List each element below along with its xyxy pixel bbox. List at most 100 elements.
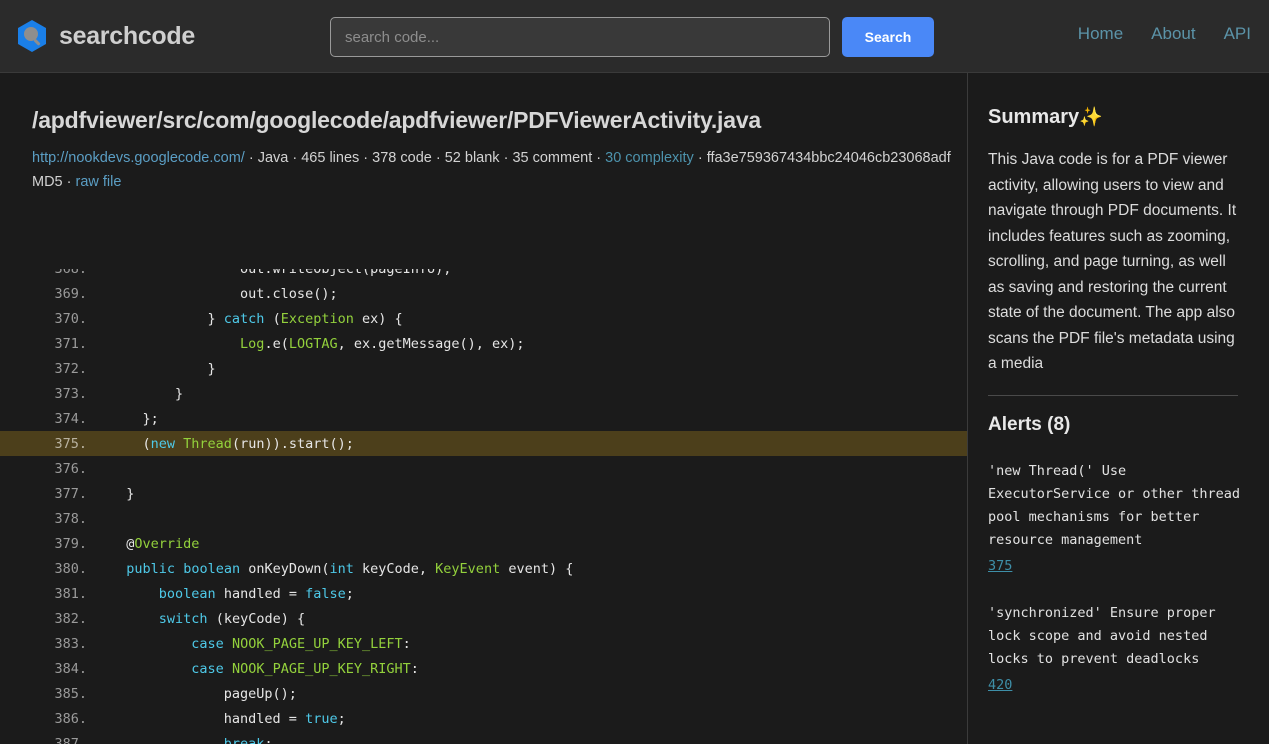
code-token: KeyEvent — [435, 560, 501, 577]
code-line: 385. pageUp(); — [0, 681, 967, 706]
code-token: LOGTAG — [288, 335, 338, 352]
code-token: @ — [110, 535, 135, 552]
line-number[interactable]: 369. — [0, 286, 95, 302]
search-input[interactable] — [330, 17, 830, 57]
line-number[interactable]: 379. — [0, 536, 95, 552]
line-number[interactable]: 373. — [0, 386, 95, 402]
code-source: } — [95, 361, 216, 377]
code-token: } — [110, 310, 224, 327]
line-number[interactable]: 383. — [0, 636, 95, 652]
code-token: catch — [223, 310, 265, 327]
code-line: 377. } — [0, 481, 967, 506]
code-token: : — [410, 660, 419, 677]
brand-home-link[interactable]: searchcode — [16, 19, 195, 53]
code-source: } — [95, 486, 134, 502]
code-token: Log — [240, 335, 265, 352]
code-token: boolean — [158, 585, 216, 602]
code-source: case NOOK_PAGE_UP_KEY_LEFT: — [95, 635, 411, 652]
sidebar-divider — [988, 394, 1238, 396]
nav-link-api[interactable]: API — [1224, 24, 1251, 44]
line-number[interactable]: 371. — [0, 336, 95, 352]
line-number[interactable]: 370. — [0, 311, 95, 327]
code-token: ex) { — [353, 310, 403, 327]
code-token: case — [191, 635, 224, 652]
nav-link-about[interactable]: About — [1151, 24, 1195, 44]
code-token: false — [305, 585, 346, 602]
code-token: pageUp(); — [110, 685, 297, 702]
nav-link-home[interactable]: Home — [1078, 24, 1123, 44]
line-number[interactable]: 380. — [0, 561, 95, 577]
line-number[interactable]: 384. — [0, 661, 95, 677]
code-listing[interactable]: 368. out.writeObject(pageInfo); 369. out.… — [0, 269, 967, 744]
line-number[interactable]: 368. — [0, 269, 95, 277]
meta-sep: · — [288, 150, 302, 166]
line-number[interactable]: 387. — [0, 736, 95, 744]
code-source: } — [95, 386, 183, 402]
line-number[interactable]: 375. — [0, 436, 95, 452]
line-number[interactable]: 385. — [0, 686, 95, 702]
summary-sidebar: Summary✨ This Java code is for a PDF vie… — [968, 73, 1268, 744]
meta-sep: · — [359, 150, 373, 166]
code-line: 381. boolean handled = false; — [0, 581, 967, 606]
code-token: (run)).start(); — [231, 435, 354, 452]
code-source: pageUp(); — [95, 686, 297, 702]
code-line: 378. — [0, 506, 967, 531]
complexity-link[interactable]: 30 complexity — [605, 150, 694, 166]
code-token: } — [110, 485, 135, 502]
meta-comment: 35 comment — [512, 150, 593, 166]
line-number[interactable]: 386. — [0, 711, 95, 727]
alert-text: 'new Thread(' Use ExecutorService or oth… — [988, 462, 1240, 548]
page-body: /apdfviewer/src/com/googlecode/apdfviewe… — [0, 73, 1269, 744]
line-number[interactable]: 376. — [0, 461, 95, 477]
code-source: }; — [95, 411, 159, 427]
alert-line-link[interactable]: 420 — [988, 674, 1240, 697]
code-token: ( — [110, 435, 151, 452]
line-number[interactable]: 374. — [0, 411, 95, 427]
meta-sep: · — [431, 150, 445, 166]
code-line: 369. out.close(); — [0, 281, 967, 306]
code-token: } — [110, 385, 184, 402]
code-source: case NOOK_PAGE_UP_KEY_RIGHT: — [95, 661, 419, 677]
code-token: true — [305, 710, 338, 727]
code-token: }; — [110, 410, 159, 427]
code-token: : — [402, 635, 411, 652]
raw-file-link[interactable]: raw file — [76, 174, 122, 190]
line-number[interactable]: 372. — [0, 361, 95, 377]
code-token: boolean — [183, 560, 241, 577]
code-token: } — [110, 360, 216, 377]
search-button[interactable]: Search — [842, 17, 934, 57]
alerts-list: 'new Thread(' Use ExecutorService or oth… — [988, 460, 1268, 697]
code-token: , ex.getMessage(), ex); — [337, 335, 525, 352]
line-number[interactable]: 382. — [0, 611, 95, 627]
main-navigation: Home About API — [1078, 24, 1251, 44]
code-token: event) { — [500, 560, 574, 577]
code-source: out.close(); — [95, 286, 338, 302]
code-token: .e( — [264, 335, 289, 352]
alert-text: 'synchronized' Ensure proper lock scope … — [988, 604, 1216, 667]
line-number[interactable]: 381. — [0, 586, 95, 602]
code-token: out.writeObject(pageInfo); — [110, 269, 451, 277]
code-line: 382. switch (keyCode) { — [0, 606, 967, 631]
code-token: case — [191, 660, 224, 677]
search-form: Search — [330, 17, 934, 57]
code-line: 379. @Override — [0, 531, 967, 556]
meta-sep: · — [244, 150, 258, 166]
line-number[interactable]: 377. — [0, 486, 95, 502]
repo-url-link[interactable]: http://nookdevs.googlecode.com/ — [32, 150, 245, 166]
code-source: switch (keyCode) { — [95, 611, 305, 627]
code-source: @Override — [95, 536, 199, 552]
alert-line-link[interactable]: 375 — [988, 555, 1240, 578]
code-token: NOOK_PAGE_UP_KEY_LEFT — [231, 635, 403, 652]
code-token: Override — [134, 535, 200, 552]
line-number[interactable]: 378. — [0, 511, 95, 527]
meta-sep: · — [499, 150, 513, 166]
code-source: out.writeObject(pageInfo); — [95, 269, 451, 277]
code-token: ; — [337, 710, 346, 727]
